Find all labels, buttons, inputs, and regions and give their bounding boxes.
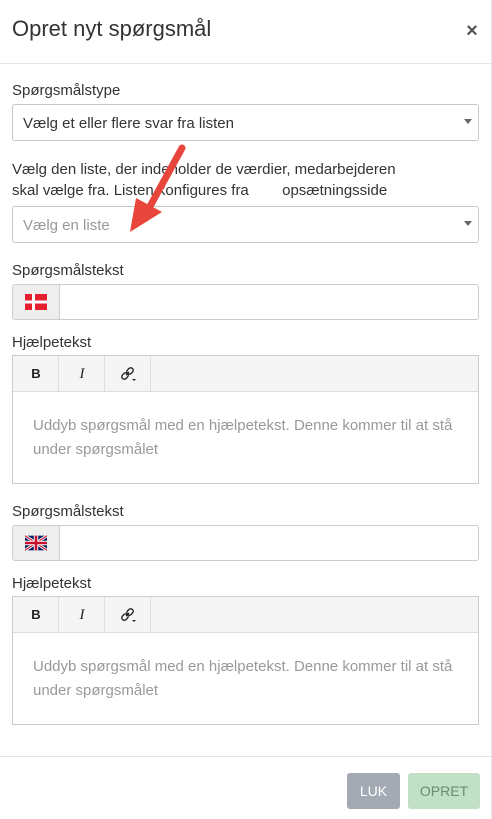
modal-footer: LUK OPRET: [0, 756, 492, 819]
bold-label: B: [31, 366, 41, 381]
list-help-line-2: skal vælge fra. Listen konfigures fra op…: [12, 182, 388, 199]
help-text-label-en: Hjælpetekst: [12, 575, 92, 592]
help-text-label-da: Hjælpetekst: [12, 334, 92, 351]
bold-button[interactable]: B: [13, 597, 59, 632]
list-help-line-1: Vælg den liste, der indeholder de værdie…: [12, 161, 396, 178]
list-help-text: Vælg den liste, der indeholder de værdie…: [12, 159, 472, 201]
chevron-down-icon: [464, 119, 472, 124]
editor-toolbar: B I: [13, 356, 478, 392]
link-button[interactable]: [105, 356, 151, 391]
uk-flag-icon: [25, 535, 47, 551]
bold-label: B: [31, 607, 41, 622]
create-button[interactable]: OPRET: [408, 773, 480, 809]
help-text-editor-en: B I Uddyb spørgsmål med en hjælpetekst. …: [12, 596, 479, 725]
question-type-select[interactable]: Vælg et eller flere svar fra listen: [12, 104, 479, 141]
modal-title: Opret nyt spørgsmål: [12, 16, 212, 41]
bold-button[interactable]: B: [13, 356, 59, 391]
link-button[interactable]: [105, 597, 151, 632]
close-button[interactable]: LUK: [347, 773, 400, 809]
italic-button[interactable]: I: [59, 356, 105, 391]
chevron-down-icon: [464, 221, 472, 226]
question-text-field-en: [12, 525, 479, 561]
italic-button[interactable]: I: [59, 597, 105, 632]
question-text-label-da: Spørgsmålstekst: [12, 262, 124, 279]
list-select[interactable]: Vælg en liste: [12, 206, 479, 243]
language-flag-en[interactable]: [13, 526, 60, 560]
link-icon: [121, 608, 136, 622]
help-text-editor-da: B I Uddyb spørgsmål med en hjælpetekst. …: [12, 355, 479, 484]
help-text-area-en[interactable]: Uddyb spørgsmål med en hjælpetekst. Denn…: [33, 655, 463, 703]
editor-toolbar: B I: [13, 597, 478, 633]
question-type-value: Vælg et eller flere svar fra listen: [23, 115, 234, 132]
italic-label: I: [79, 366, 85, 382]
question-text-input-en[interactable]: [61, 526, 478, 560]
modal-header: Opret nyt spørgsmål ×: [0, 0, 492, 64]
question-text-label-en: Spørgsmålstekst: [12, 503, 124, 520]
list-select-placeholder: Vælg en liste: [23, 217, 110, 234]
link-icon: [121, 367, 136, 381]
question-text-input-da[interactable]: [61, 285, 478, 319]
language-flag-da[interactable]: [13, 285, 60, 319]
annotation-arrow-icon: [130, 144, 186, 232]
create-question-modal: Opret nyt spørgsmål × Spørgsmålstype Væl…: [0, 0, 492, 819]
close-icon[interactable]: ×: [462, 19, 482, 43]
denmark-flag-icon: [25, 294, 47, 310]
help-text-area-da[interactable]: Uddyb spørgsmål med en hjælpetekst. Denn…: [33, 414, 463, 462]
question-text-field-da: [12, 284, 479, 320]
question-type-label: Spørgsmålstype: [12, 82, 121, 99]
italic-label: I: [79, 607, 85, 623]
